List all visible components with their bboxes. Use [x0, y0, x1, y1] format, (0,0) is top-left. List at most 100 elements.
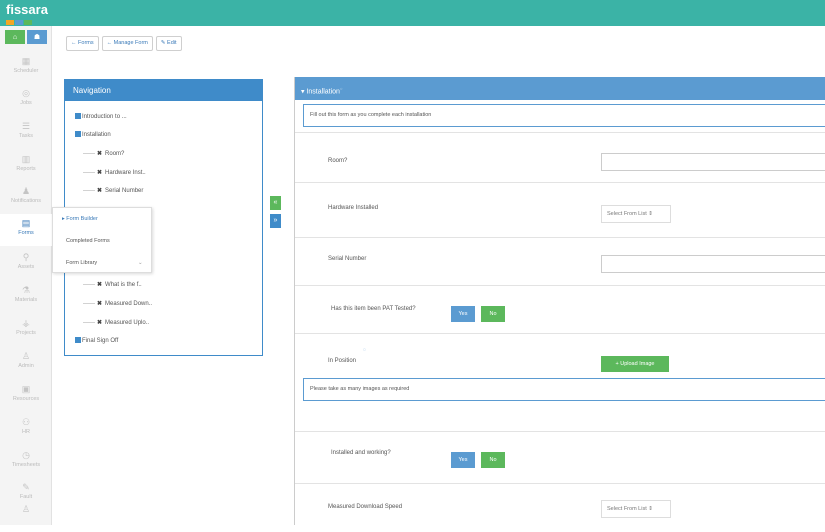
field-label: Has this item been PAT Tested? [331, 306, 416, 312]
navigation-title: Navigation [65, 80, 262, 101]
clock-icon: ◷ [22, 450, 30, 460]
close-icon[interactable]: ✖ [97, 170, 102, 176]
app-logo[interactable]: fissara [6, 2, 48, 17]
tree-node-installation[interactable]: Installation [75, 131, 111, 138]
logo-square [24, 20, 32, 25]
field-label: Serial Number [328, 256, 367, 262]
serial-number-input[interactable] [601, 255, 825, 273]
tag-icon: ⚲ [22, 252, 30, 262]
tree-leaf-what-is[interactable]: —— ✖ What is the f.. [83, 281, 142, 288]
sidebar-item-resources[interactable]: ▣ Resources [0, 380, 52, 412]
form-row-download: Measured Download Speed Select From List… [295, 483, 825, 525]
users-icon[interactable]: ☗ [27, 30, 47, 44]
arrow-left-icon: ← [71, 40, 79, 46]
user-icon: ♙ [21, 351, 31, 361]
tree-leaf-room[interactable]: —— ✖ Room? [83, 150, 124, 157]
manage-form-button[interactable]: ← Manage Form [101, 36, 153, 51]
close-icon[interactable]: ✖ [97, 282, 102, 288]
sidebar-top-buttons: ⌂ ☗ [5, 30, 47, 44]
calendar-icon: ▦ [21, 56, 31, 66]
tree-leaf-download[interactable]: —— ✖ Measured Down.. [83, 300, 152, 307]
upload-image-button[interactable]: + Upload Image [601, 356, 669, 372]
sidebar-item-admin[interactable]: ♙ Admin [0, 347, 52, 379]
form-row-room: Room? [295, 132, 825, 182]
toolbar: ← Forms ← Manage Form ✎ Edit [66, 36, 182, 51]
sidebar: ⌂ ☗ ▦ Scheduler ◎ Jobs ☰ Tasks ▥ Reports ♟ No… [0, 26, 52, 525]
chevron-updown-icon: ⇕ [648, 211, 653, 217]
bar-chart-icon: ▥ [21, 154, 31, 164]
menu-item-form-library[interactable]: Form Library ⌄ [53, 252, 151, 274]
sidebar-item-notifications[interactable]: ♟ Notifications [0, 182, 52, 214]
field-label: Measured Download Speed [328, 504, 403, 510]
chevron-down-icon[interactable]: ⌄ [138, 252, 143, 274]
hardware-select[interactable]: Select From List ⇕ [601, 205, 671, 223]
sidebar-item-jobs[interactable]: ◎ Jobs [0, 84, 52, 116]
sidebar-item-user[interactable]: ♙ [0, 500, 52, 532]
home-icon[interactable]: ⌂ [5, 30, 25, 44]
sitemap-icon: ⚶ [22, 318, 30, 328]
pat-yes-button[interactable]: Yes [451, 306, 475, 322]
logo-square [15, 20, 23, 25]
form-section-header[interactable]: ▾ Installation◌ [295, 77, 825, 100]
double-right-icon[interactable]: » [270, 214, 281, 228]
close-icon[interactable]: ✖ [97, 151, 102, 157]
double-left-icon[interactable]: « [270, 196, 281, 210]
sidebar-item-hr[interactable]: ⚇ HR [0, 413, 52, 445]
form-row-pat: Has this item been PAT Tested? Yes No [295, 285, 825, 333]
form-note: Fill out this form as you complete each … [303, 104, 825, 127]
room-input[interactable] [601, 153, 825, 171]
form-row-serial: Serial Number [295, 237, 825, 285]
tree-leaf-serial[interactable]: —— ✖ Serial Number [83, 187, 143, 194]
form-row-hardware: Hardware Installed Select From List ⇕ [295, 182, 825, 237]
form-row-working: Installed and working? Yes No [295, 431, 825, 483]
close-icon[interactable]: ✖ [97, 301, 102, 307]
edit-marker-icon[interactable]: ◌ [340, 86, 342, 91]
edit-button[interactable]: ✎ Edit [155, 36, 182, 51]
sidebar-item-timesheets[interactable]: ◷ Timesheets [0, 446, 52, 478]
chevron-updown-icon: ⇕ [648, 506, 653, 512]
edit-marker-icon[interactable]: ◌ [363, 347, 366, 353]
menu-item-completed-forms[interactable]: Completed Forms [53, 230, 151, 252]
close-icon[interactable]: ✖ [97, 188, 102, 194]
form-note-images: Please take as many images as required [303, 378, 825, 401]
sidebar-item-materials[interactable]: ⚗ Materials [0, 281, 52, 313]
checkbox-icon [75, 113, 81, 119]
close-icon[interactable]: ✖ [97, 320, 102, 326]
tree-node-final-sign-off[interactable]: Final Sign Off [75, 337, 118, 344]
field-label: Room? [328, 158, 348, 164]
logo-square [6, 20, 14, 25]
menu-item-form-builder[interactable]: ▸ Form Builder [53, 208, 151, 230]
tree-leaf-hardware[interactable]: —— ✖ Hardware Inst.. [83, 169, 146, 176]
tree-node-introduction[interactable]: Introduction to ... [75, 113, 127, 120]
working-no-button[interactable]: No [481, 452, 505, 468]
sidebar-item-tasks[interactable]: ☰ Tasks [0, 117, 52, 149]
wrench-icon: ✎ [22, 482, 30, 492]
arrow-left-icon: ← [106, 40, 114, 46]
form-row-position: In Position ◌ + Upload Image [295, 333, 825, 378]
field-label: In Position [328, 358, 357, 364]
tree-leaf-upload[interactable]: —— ✖ Measured Uplo.. [83, 319, 149, 326]
bell-icon: ♟ [21, 186, 31, 196]
list-icon: ☰ [21, 121, 31, 131]
download-speed-select[interactable]: Select From List ⇕ [601, 500, 671, 518]
people-icon: ⚇ [21, 417, 31, 427]
compass-icon: ◎ [22, 88, 30, 98]
sidebar-item-forms[interactable]: ▤ Forms [0, 214, 52, 246]
move-arrows: « » [270, 196, 281, 232]
pat-no-button[interactable]: No [481, 306, 505, 322]
flask-icon: ⚗ [21, 285, 31, 295]
top-bar: fissara [0, 0, 825, 26]
checkbox-icon [75, 131, 81, 137]
field-label: Installed and working? [331, 450, 391, 456]
form-panel: ▾ Installation◌ Fill out this form as yo… [294, 77, 825, 525]
forms-back-button[interactable]: ← Forms [66, 36, 99, 51]
building-icon: ▣ [21, 384, 31, 394]
sidebar-item-assets[interactable]: ⚲ Assets [0, 248, 52, 280]
file-icon: ▤ [21, 218, 31, 228]
sidebar-item-projects[interactable]: ⚶ Projects [0, 314, 52, 346]
sidebar-item-scheduler[interactable]: ▦ Scheduler [0, 52, 52, 84]
checkbox-icon [75, 337, 81, 343]
working-yes-button[interactable]: Yes [451, 452, 475, 468]
sidebar-item-reports[interactable]: ▥ Reports [0, 150, 52, 182]
forms-popup-menu: ▸ Form Builder Completed Forms Form Libr… [52, 207, 152, 273]
